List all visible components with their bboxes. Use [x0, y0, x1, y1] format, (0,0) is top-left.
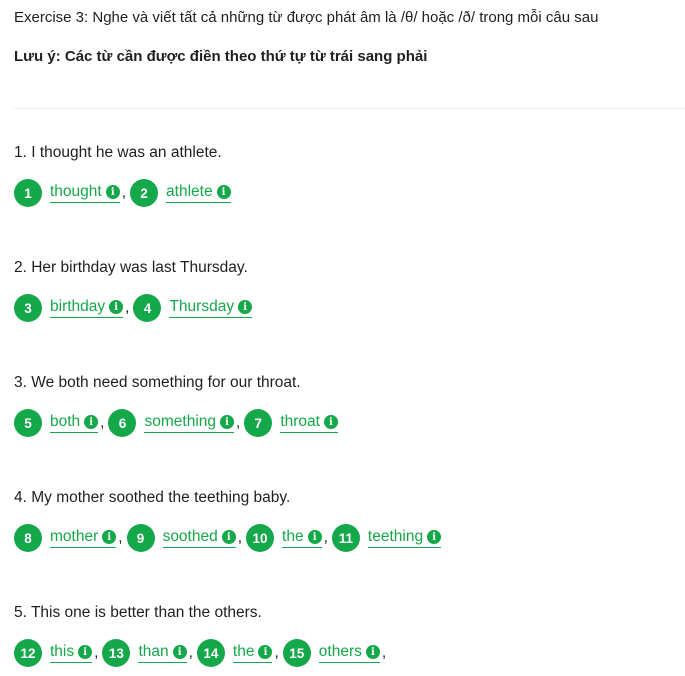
answer-word-link[interactable]: this i [50, 643, 93, 663]
answer-row: 12 this i , 13 than i , 14 the i , 15 ot… [14, 639, 390, 667]
question-text: 4. My mother soothed the teething baby. [14, 489, 291, 506]
question-3: 3. We both need something for our throat… [14, 373, 344, 437]
separator: , [94, 644, 99, 661]
divider [14, 108, 685, 109]
answer-number-badge: 3 [14, 294, 42, 322]
answer-number-badge: 13 [102, 639, 131, 667]
info-icon[interactable]: i [238, 300, 253, 314]
separator: , [237, 529, 243, 546]
exercise-note: Lưu ý: Các từ cần được điền theo thứ tự … [14, 48, 428, 65]
answer-word-link[interactable]: something i [144, 413, 234, 433]
answer-row: 8 mother i , 9 soothed i , 10 the i , 11… [14, 524, 447, 552]
answer-number-badge: 6 [108, 409, 137, 437]
answer-number-badge: 10 [246, 524, 275, 552]
exercise-page: Exercise 3: Nghe và viết tất cả những từ… [0, 0, 685, 676]
answer-word: the [232, 643, 255, 660]
separator: , [188, 644, 193, 661]
answer-word-link[interactable]: mother i [50, 528, 117, 548]
separator: , [125, 299, 130, 316]
separator: , [121, 184, 127, 201]
answer-number-badge: 8 [14, 524, 42, 552]
answer-word: throat [280, 413, 320, 430]
answer-word-link[interactable]: soothed i [162, 528, 236, 548]
answer-row: 3 birthday i , 4 Thursday i [14, 294, 258, 322]
question-2: 2. Her birthday was last Thursday. 3 bir… [14, 258, 258, 322]
info-icon[interactable]: i [221, 530, 236, 544]
answer-number-badge: 1 [14, 179, 42, 207]
answer-word-link[interactable]: thought i [50, 183, 120, 203]
info-icon[interactable]: i [258, 645, 273, 659]
info-icon[interactable]: i [323, 415, 338, 429]
answer-word: both [50, 413, 81, 430]
answer-word: than [138, 643, 169, 660]
answer-number-badge: 2 [130, 179, 159, 207]
answer-word-link[interactable]: others i [318, 643, 380, 663]
separator: , [323, 529, 328, 546]
answer-word: mother [50, 528, 99, 545]
info-icon[interactable]: i [427, 530, 442, 544]
info-icon[interactable]: i [78, 645, 93, 659]
answer-row: 5 both i , 6 something i , 7 throat i [14, 409, 344, 437]
answer-row: 1 thought i , 2 athlete i [14, 179, 237, 207]
answer-word: the [282, 528, 304, 545]
separator: , [274, 644, 279, 661]
answer-number-badge: 7 [244, 409, 273, 437]
answer-word-link[interactable]: the i [282, 528, 322, 548]
info-icon[interactable]: i [172, 645, 187, 659]
answer-word: birthday [50, 298, 106, 315]
question-1: 1. I thought he was an athlete. 1 though… [14, 143, 237, 207]
answer-word-link[interactable]: birthday i [50, 298, 124, 318]
info-icon[interactable]: i [365, 645, 380, 659]
answer-number-badge: 4 [133, 294, 162, 322]
answer-word: this [50, 643, 75, 660]
answer-number-badge: 11 [331, 524, 360, 552]
separator: , [118, 529, 123, 546]
separator: , [236, 414, 241, 431]
question-text: 2. Her birthday was last Thursday. [14, 259, 248, 276]
answer-number-badge: 12 [14, 639, 42, 667]
answer-word-link[interactable]: both i [50, 413, 99, 433]
answer-number-badge: 14 [196, 639, 225, 667]
question-5: 5. This one is better than the others. 1… [14, 603, 390, 667]
answer-word-link[interactable]: the i [232, 643, 273, 663]
info-icon[interactable]: i [216, 185, 231, 199]
answer-number-badge: 15 [282, 639, 311, 667]
info-icon[interactable]: i [220, 415, 234, 429]
answer-word: athlete [166, 183, 213, 200]
answer-word-link[interactable]: throat i [280, 413, 338, 433]
exercise-title: Exercise 3: Nghe và viết tất cả những từ… [14, 9, 599, 26]
question-text: 3. We both need something for our throat… [14, 374, 301, 391]
question-text: 1. I thought he was an athlete. [14, 144, 222, 161]
answer-word-link[interactable]: teething i [367, 528, 442, 548]
answer-word-link[interactable]: Thursday i [169, 298, 253, 318]
separator: , [381, 644, 387, 661]
answer-word: others [318, 643, 362, 660]
info-icon[interactable]: i [84, 415, 99, 429]
info-icon[interactable]: i [307, 530, 322, 544]
answer-number-badge: 5 [14, 409, 42, 437]
answer-word: something [144, 413, 216, 430]
info-icon[interactable]: i [109, 300, 124, 314]
answer-word: Thursday [169, 298, 235, 315]
separator: , [100, 414, 105, 431]
answer-word-link[interactable]: athlete i [166, 183, 231, 203]
answer-word: thought [50, 183, 102, 200]
info-icon[interactable]: i [105, 185, 120, 199]
answer-word: soothed [162, 528, 218, 545]
answer-number-badge: 9 [126, 524, 155, 552]
question-text: 5. This one is better than the others. [14, 604, 262, 621]
answer-word-link[interactable]: than i [138, 643, 187, 663]
answer-word: teething [367, 528, 424, 545]
info-icon[interactable]: i [102, 530, 117, 544]
question-4: 4. My mother soothed the teething baby. … [14, 488, 447, 552]
